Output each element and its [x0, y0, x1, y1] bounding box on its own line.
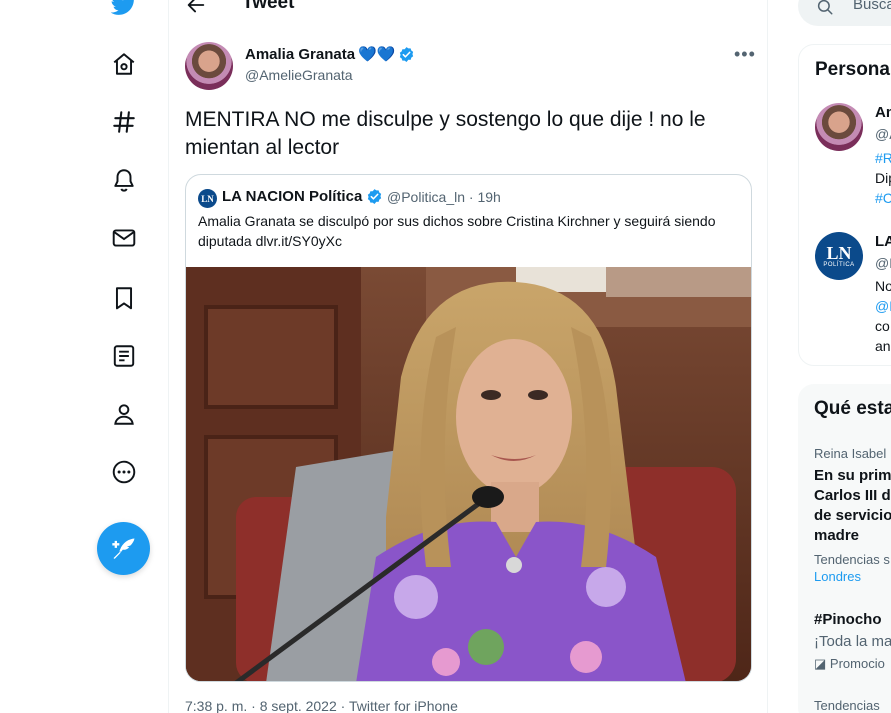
relevant-people-panel: Persona Am @A #R Dip #C LN POLÍTICA LA @… [798, 44, 891, 366]
trend-hashtag[interactable]: #Pinocho [814, 610, 882, 630]
author-handle[interactable]: @AmelieGranata [245, 67, 353, 83]
person-bio-line: No [875, 278, 891, 294]
trend-description: ¡Toda la ma [814, 633, 891, 650]
trend-headline-line[interactable]: madre [814, 526, 859, 546]
back-arrow-icon[interactable] [185, 0, 207, 16]
home-icon[interactable] [108, 48, 140, 80]
trend-headline-line[interactable]: Carlos III d [814, 486, 891, 506]
relevant-people-title: Persona [815, 59, 890, 80]
verified-badge-icon [400, 46, 414, 62]
lists-icon[interactable] [108, 340, 140, 372]
person-handle[interactable]: @A [875, 124, 891, 144]
person-bio-line: co [875, 318, 890, 334]
profile-icon[interactable] [108, 398, 140, 430]
promoted-icon: ◪ [814, 656, 830, 671]
person-avatar[interactable]: LN POLÍTICA [815, 232, 863, 280]
quoted-author-avatar[interactable]: LN [198, 189, 217, 208]
bookmarks-icon[interactable] [108, 282, 140, 314]
author-avatar[interactable] [185, 42, 233, 90]
author-name[interactable]: Amalia Granata [245, 46, 355, 63]
feather-plus-icon [111, 538, 134, 559]
trend-headline-line[interactable]: de servicio [814, 506, 891, 526]
author-name-row[interactable]: Amalia Granata 💙💙 [245, 45, 415, 63]
compose-tweet-button[interactable] [97, 522, 150, 575]
notifications-icon[interactable] [108, 164, 140, 196]
quoted-tweet[interactable]: LN LA NACION Política @Politica_ln · 19h… [185, 174, 752, 682]
main-column: Tweet Amalia Granata 💙💙 @AmelieGranata •… [168, 0, 768, 713]
left-navigation [0, 0, 168, 713]
person-name[interactable]: Am [875, 103, 891, 123]
person-avatar[interactable] [815, 103, 863, 151]
trend-headline-line[interactable]: En su primo [814, 466, 891, 486]
person-name[interactable]: LA [875, 232, 891, 252]
person-bio-line: an [875, 338, 891, 354]
person-bio-line: Dip [875, 170, 891, 186]
search-placeholder: Busca [853, 0, 891, 13]
trends-title: Qué esta [814, 398, 891, 419]
author-name-emoji: 💙💙 [358, 46, 396, 63]
trends-panel: Qué esta Reina Isabel I En su primo Carl… [798, 384, 891, 713]
promoted-row: ◪ Promocio [814, 654, 885, 674]
search-icon [817, 0, 833, 15]
messages-icon[interactable] [108, 222, 140, 254]
trend-link[interactable]: Londres [814, 567, 861, 587]
tweet-text: MENTIRA NO me disculpe y sostengo lo que… [185, 108, 706, 159]
quoted-meta: @Politica_ln · 19h [387, 189, 501, 205]
person-avatar-logo-text: LN [826, 243, 852, 263]
trend-context[interactable]: Tendencias [814, 696, 880, 713]
search-bar[interactable]: Busca [798, 0, 891, 26]
page-header: Tweet [169, 0, 769, 20]
person-bio-line[interactable]: #C [875, 188, 891, 208]
quoted-author-name[interactable]: LA NACION Política [222, 188, 362, 205]
quoted-text: Amalia Granata se disculpó por sus dicho… [198, 213, 716, 249]
trend-context[interactable]: Reina Isabel I [814, 444, 891, 464]
tweet-timestamp[interactable]: 7:38 p. m. · 8 sept. 2022 · Twitter for … [185, 698, 458, 713]
quoted-author-name-row[interactable]: LA NACION Política [222, 188, 383, 205]
quoted-media-photo[interactable] [186, 267, 751, 681]
promoted-label: Promocio [829, 656, 885, 671]
person-handle[interactable]: @P [875, 253, 891, 273]
person-bio-line[interactable]: #R [875, 148, 891, 168]
person-avatar-logo-subtext: POLÍTICA [823, 262, 855, 268]
more-icon[interactable] [108, 456, 140, 488]
more-options-icon[interactable]: ••• [734, 44, 756, 65]
verified-badge-icon [368, 189, 382, 204]
person-bio-line[interactable]: @L [875, 296, 891, 316]
page-title: Tweet [242, 0, 295, 13]
explore-icon[interactable] [108, 106, 140, 138]
twitter-logo-icon[interactable] [108, 0, 140, 20]
